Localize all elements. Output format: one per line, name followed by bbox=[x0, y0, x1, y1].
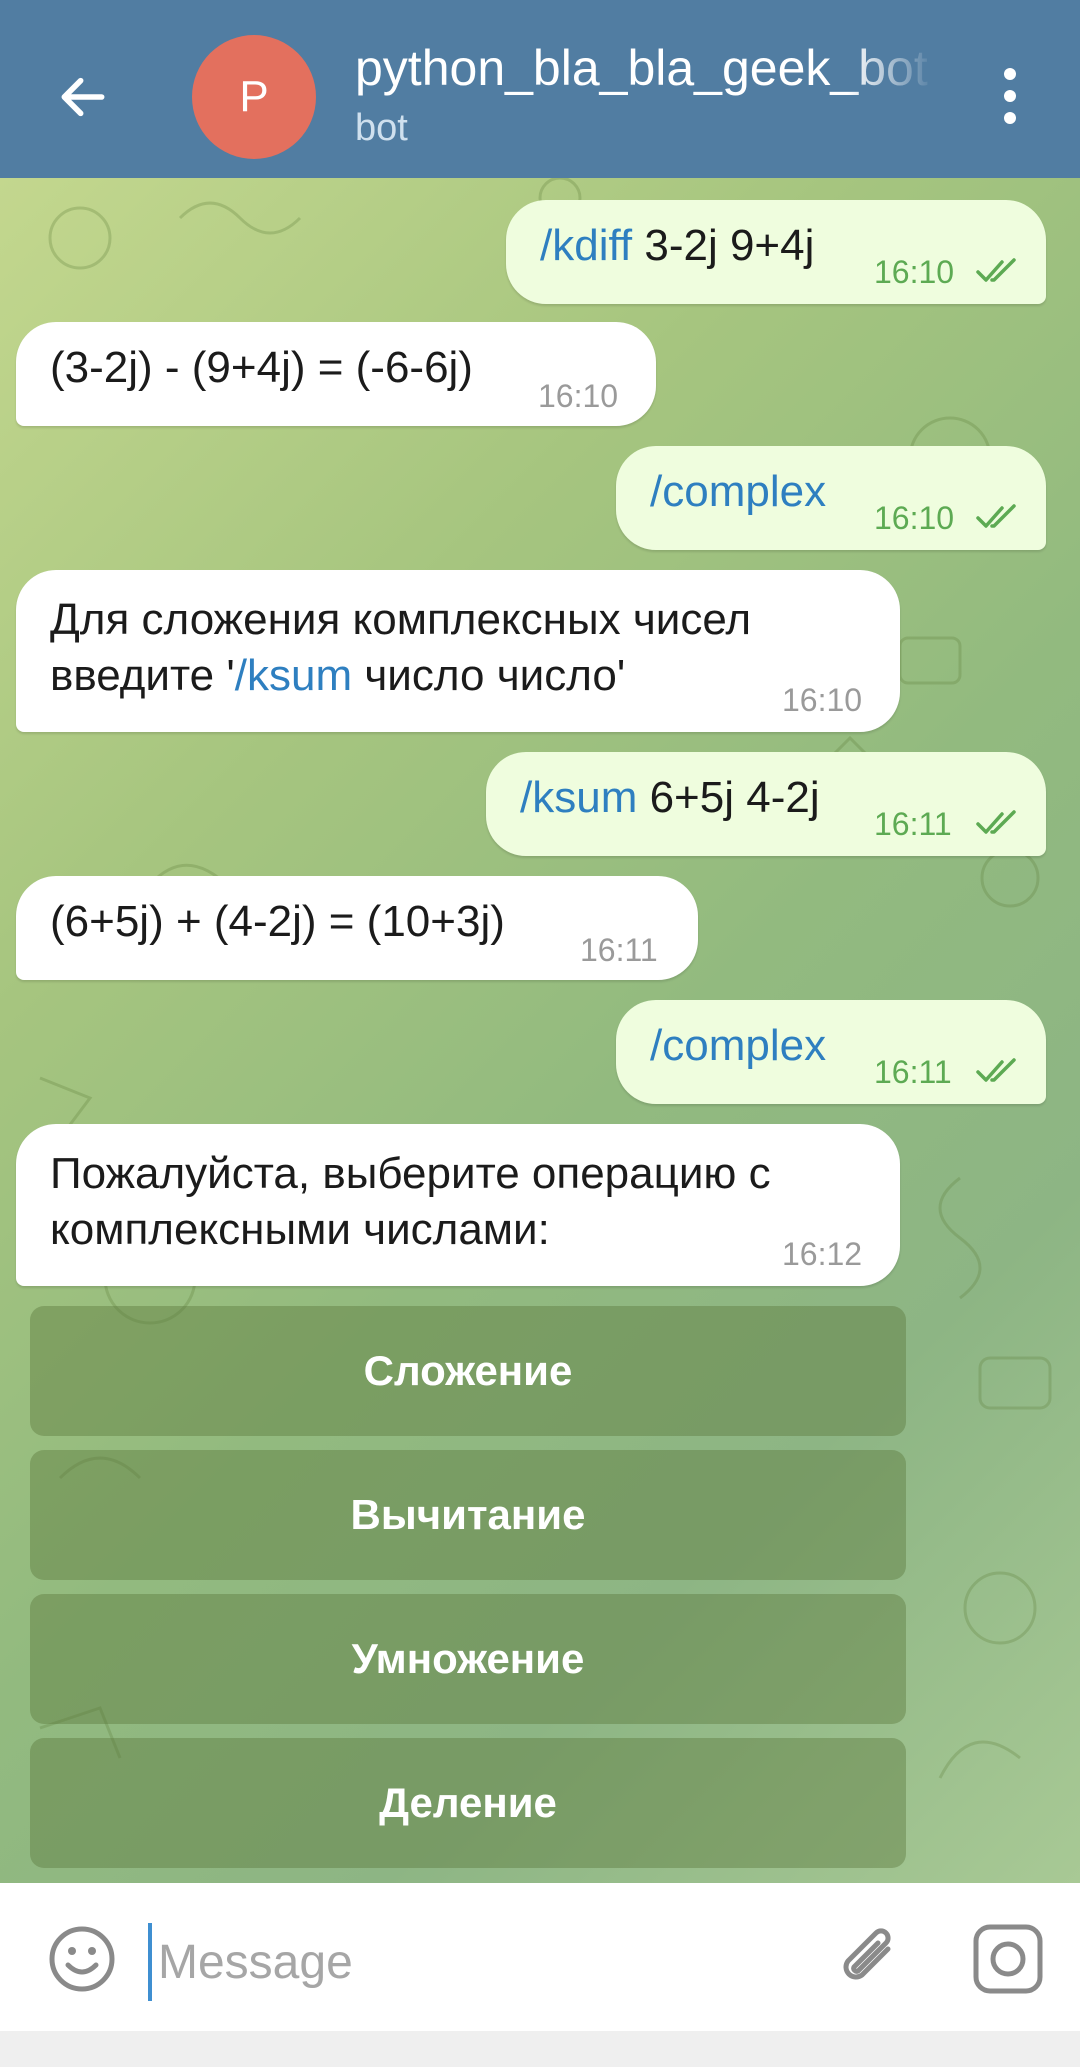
message-bubble-incoming[interactable]: Для сложения комплексных чисел введите '… bbox=[16, 570, 900, 732]
message-args: 6+5j 4-2j bbox=[637, 773, 820, 822]
message-line: Пожалуйста, выберите операцию с bbox=[50, 1149, 771, 1198]
message-time: 16:11 bbox=[874, 1054, 952, 1090]
command-link[interactable]: /complex bbox=[650, 1021, 826, 1070]
message-bubble-outgoing[interactable]: /complex 16:11 bbox=[616, 1000, 1046, 1104]
message-text: /complex bbox=[650, 1018, 826, 1074]
message-fragment: число число' bbox=[352, 651, 626, 700]
message-line: комплексными числами: bbox=[50, 1205, 550, 1254]
command-link[interactable]: /ksum bbox=[520, 773, 637, 822]
message-bubble-outgoing[interactable]: /kdiff 3-2j 9+4j 16:10 bbox=[506, 200, 1046, 304]
message-bubble-outgoing[interactable]: /complex 16:10 bbox=[616, 446, 1046, 550]
camera-button[interactable] bbox=[970, 1921, 1046, 1997]
message-time: 16:10 bbox=[782, 682, 863, 718]
command-link[interactable]: /complex bbox=[650, 467, 826, 516]
message-fragment: введите ' bbox=[50, 651, 235, 700]
message-line: введите '/ksum число число' bbox=[50, 648, 751, 704]
inline-button-subtraction[interactable]: Вычитание bbox=[30, 1450, 906, 1580]
message-time: 16:10 bbox=[874, 500, 955, 536]
message-input[interactable] bbox=[148, 1923, 800, 2001]
message-composer bbox=[0, 1883, 1080, 2031]
message-text: (6+5j) + (4-2j) = (10+3j) bbox=[50, 897, 505, 946]
camera-icon bbox=[973, 1924, 1043, 1994]
more-dot bbox=[1004, 90, 1016, 102]
system-nav-strip bbox=[0, 2031, 1080, 2067]
message-args: 3-2j 9+4j bbox=[632, 221, 815, 270]
message-text: /ksum 6+5j 4-2j bbox=[520, 770, 820, 826]
bot-avatar[interactable]: P bbox=[192, 35, 316, 159]
message-time: 16:10 bbox=[538, 378, 619, 414]
double-check-icon bbox=[976, 504, 1016, 528]
message-text: /kdiff 3-2j 9+4j bbox=[540, 218, 814, 274]
chat-header: P python_bla_bla_geek_bot bot bbox=[0, 0, 1080, 178]
message-text: (3-2j) - (9+4j) = (-6-6j) bbox=[50, 343, 473, 392]
command-link[interactable]: /ksum bbox=[235, 651, 352, 700]
inline-button-addition[interactable]: Сложение bbox=[30, 1306, 906, 1436]
double-check-icon bbox=[976, 810, 1016, 834]
message-bubble-incoming[interactable]: (3-2j) - (9+4j) = (-6-6j) 16:10 bbox=[16, 322, 656, 426]
message-text: /complex bbox=[650, 464, 826, 520]
message-bubble-incoming[interactable]: Пожалуйста, выберите операцию с комплекс… bbox=[16, 1124, 900, 1286]
message-bubble-incoming[interactable]: (6+5j) + (4-2j) = (10+3j) 16:11 bbox=[16, 876, 698, 980]
chat-title[interactable]: python_bla_bla_geek_bot bbox=[355, 38, 935, 98]
back-button[interactable] bbox=[40, 54, 126, 140]
more-vertical-icon bbox=[1004, 68, 1016, 80]
arrow-left-icon bbox=[61, 77, 105, 117]
message-time: 16:10 bbox=[874, 254, 955, 290]
double-check-icon bbox=[976, 1058, 1016, 1082]
more-menu-button[interactable] bbox=[985, 58, 1035, 134]
message-time: 16:11 bbox=[874, 806, 952, 842]
message-text: Для сложения комплексных чисел введите '… bbox=[50, 592, 751, 704]
chat-area[interactable]: /kdiff 3-2j 9+4j 16:10 (3-2j) - (9+4j) =… bbox=[0, 178, 1080, 1883]
command-link[interactable]: /kdiff bbox=[540, 221, 632, 270]
message-bubble-outgoing[interactable]: /ksum 6+5j 4-2j 16:11 bbox=[486, 752, 1046, 856]
message-time: 16:12 bbox=[782, 1236, 863, 1272]
more-dot bbox=[1004, 112, 1016, 124]
paperclip-icon bbox=[843, 1928, 891, 1980]
double-check-icon bbox=[976, 258, 1016, 282]
smile-icon bbox=[49, 1926, 115, 1992]
emoji-button[interactable] bbox=[44, 1921, 120, 1997]
message-line: Для сложения комплексных чисел bbox=[50, 595, 752, 644]
inline-button-division[interactable]: Деление bbox=[30, 1738, 906, 1868]
chat-subtitle: bot bbox=[355, 107, 408, 149]
inline-button-multiplication[interactable]: Умножение bbox=[30, 1594, 906, 1724]
message-time: 16:11 bbox=[580, 932, 658, 968]
message-text: Пожалуйста, выберите операцию с комплекс… bbox=[50, 1146, 771, 1258]
attach-button[interactable] bbox=[830, 1919, 910, 1999]
